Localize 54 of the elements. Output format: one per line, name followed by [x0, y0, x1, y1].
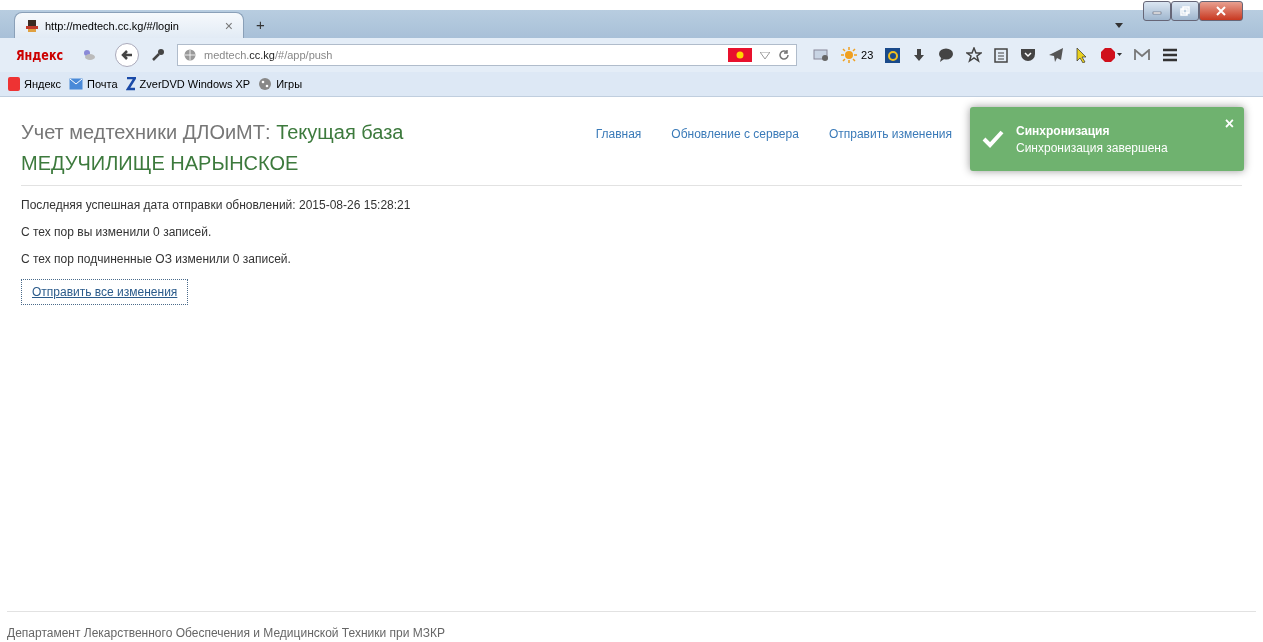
clipboard-icon[interactable]	[994, 47, 1009, 63]
weather-temperature[interactable]: 23	[861, 49, 874, 61]
search-brand-label[interactable]: Яндекс	[15, 47, 64, 63]
close-button[interactable]	[1199, 1, 1243, 21]
back-arrow-icon	[120, 48, 135, 62]
bookmark-link[interactable]: Яндекс	[24, 78, 61, 90]
pocket-icon[interactable]	[1020, 48, 1037, 62]
minimize-button[interactable]	[1143, 1, 1171, 21]
organization-name: МЕДУЧИЛИЩЕ НАРЫНСКОЕ	[21, 151, 300, 175]
envelope-icon[interactable]	[813, 48, 830, 62]
stop-sign-icon[interactable]	[1100, 47, 1123, 63]
toast-title: Синхронизация	[1016, 123, 1111, 138]
browser-tab[interactable]: http://medtech.cc.kg/#/login ×	[14, 12, 244, 38]
envelope-icon[interactable]	[69, 78, 83, 90]
status-text: С тех пор подчиненные ОЗ изменили 0 записей.	[21, 252, 292, 266]
restore-button[interactable]	[1171, 1, 1199, 21]
nav-link[interactable]: Обновление с сервера	[671, 127, 799, 143]
download-icon[interactable]	[912, 48, 927, 62]
letter-z-icon[interactable]	[125, 77, 136, 91]
flag-icon	[728, 48, 753, 62]
dice-icon[interactable]	[258, 77, 273, 91]
menu-icon[interactable]	[1162, 48, 1179, 62]
checkmark-icon	[982, 130, 1004, 148]
hat-icon	[25, 18, 39, 33]
globe-icon	[184, 49, 197, 61]
key-icon[interactable]	[151, 48, 166, 62]
app-title: Учет медтехники ДЛОиМТ:	[21, 121, 271, 143]
status-text: Последняя успешная дата отправки обновлений: 2015-08-26 15:28:21	[21, 198, 412, 212]
restore-icon	[1180, 6, 1190, 16]
close-icon	[1216, 6, 1226, 16]
paper-plane-icon[interactable]	[1048, 48, 1065, 62]
bookmark-link[interactable]: Почта	[87, 78, 118, 90]
mail-icon[interactable]	[1134, 49, 1151, 61]
address-bar[interactable]: medtech.cc.kg/#/app/push	[177, 44, 798, 66]
footer-text: Департамент Лекарственного Обеспечения и Медицинской Техники при МЗКР	[7, 626, 446, 640]
bookmark-link[interactable]: Игры	[276, 78, 303, 90]
tab-close-button[interactable]: ×	[224, 17, 233, 34]
new-tab-button[interactable]: +	[256, 16, 265, 33]
address-text: medtech.cc.kg/#/app/push	[204, 49, 333, 61]
back-button[interactable]	[115, 43, 140, 67]
dropdown-caret-icon[interactable]	[1115, 23, 1123, 28]
app-icon[interactable]	[885, 47, 901, 63]
database-label: Текущая база	[276, 121, 404, 143]
nav-link[interactable]: Главная	[595, 127, 642, 143]
tab-title: http://medtech.cc.kg/#/login	[45, 19, 180, 32]
bookmark-link[interactable]: ZverDVD Windows XP	[139, 78, 251, 90]
toast-message: Синхронизация завершена	[1016, 140, 1168, 155]
send-changes-button[interactable]: Отправить все изменения	[21, 279, 189, 305]
reload-icon[interactable]	[778, 49, 791, 61]
status-text: С тех пор вы изменили 0 записей.	[21, 225, 213, 239]
cursor-icon[interactable]	[1076, 47, 1089, 63]
chat-icon[interactable]	[938, 48, 955, 62]
nav-link[interactable]: Отправить изменения	[828, 127, 952, 143]
star-icon[interactable]	[966, 47, 983, 63]
